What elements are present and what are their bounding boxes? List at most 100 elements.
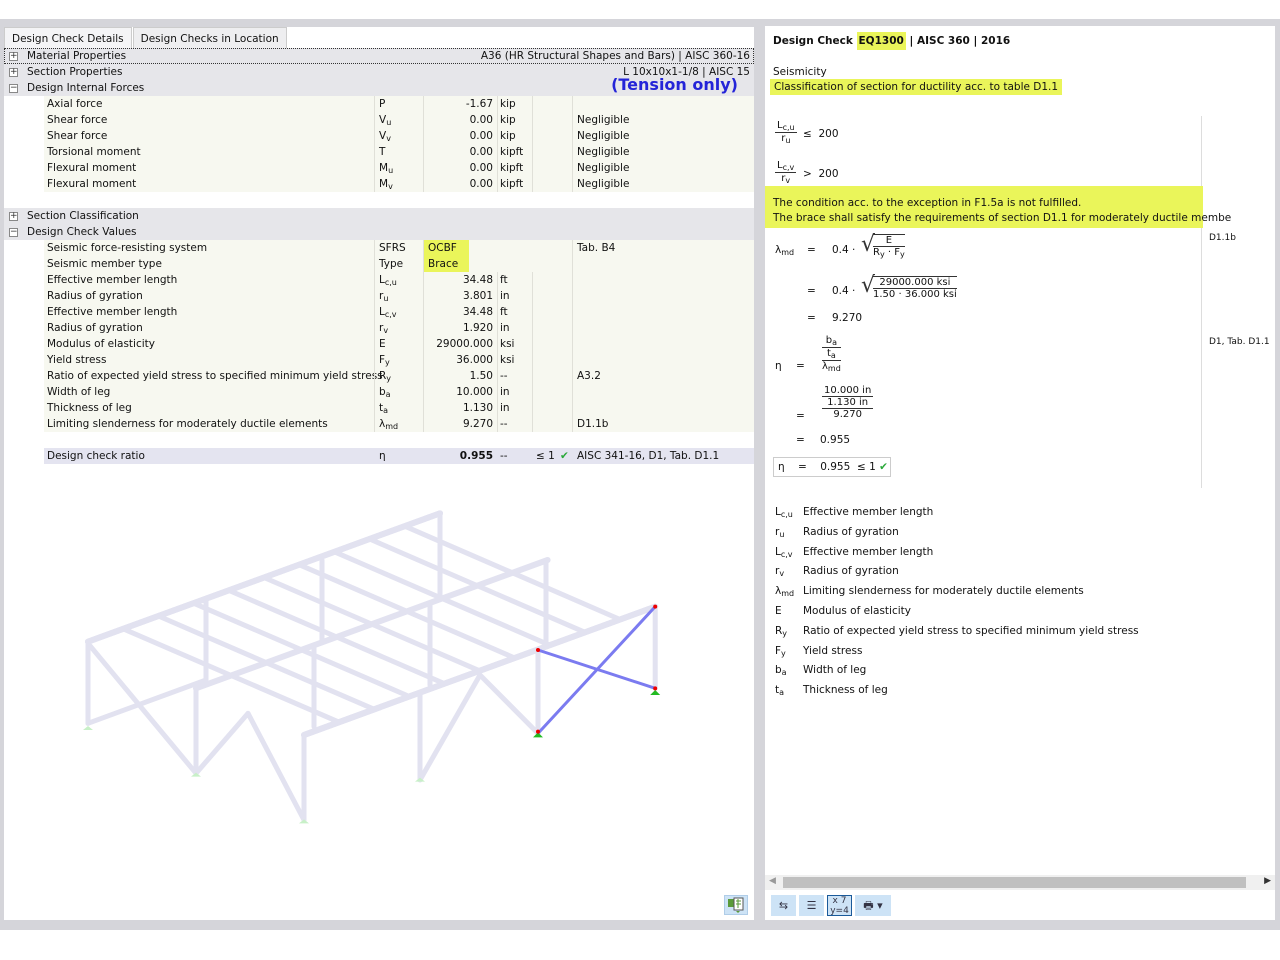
legend-symbol: rv [775, 565, 785, 579]
export-excel-button[interactable] [724, 895, 748, 915]
table-row[interactable]: Yield stress Fy 36.000 ksi [44, 352, 754, 368]
expand-icon[interactable]: + [9, 68, 18, 77]
column-member[interactable] [477, 672, 541, 736]
section-label: Design Check Values [27, 226, 137, 238]
section-section-classification[interactable]: + Section Classification [4, 208, 754, 224]
legend-description: Effective member length [803, 506, 934, 518]
table-row[interactable]: Flexural moment Mv 0.00 kipft Negligible [44, 176, 754, 192]
row-value: 0.955 [459, 450, 493, 462]
material-value: A36 (HR Structural Shapes and Bars) | AI… [480, 50, 750, 62]
table-row[interactable]: Thickness of leg ta 1.130 in [44, 400, 754, 416]
expand-icon[interactable]: + [9, 212, 18, 221]
eta-reference: D1, Tab. D1.1 [1209, 337, 1270, 347]
legend-symbol: Lc,v [775, 545, 793, 559]
section-label: Material Properties [27, 50, 127, 62]
row-name: Flexural moment [47, 162, 137, 174]
tab-design-checks-in-location[interactable]: Design Checks in Location [132, 27, 287, 48]
table-row[interactable]: Shear force Vu 0.00 kip Negligible [44, 112, 754, 128]
row-reference: Negligible [577, 146, 630, 158]
table-row[interactable]: Limiting slenderness for moderately duct… [44, 416, 754, 432]
column-member[interactable] [193, 710, 251, 776]
check-mark-icon: ✔ [879, 461, 888, 473]
table-row[interactable]: Radius of gyration ru 3.801 in [44, 288, 754, 304]
edge-beam[interactable] [85, 510, 443, 645]
girder-member[interactable] [193, 557, 551, 692]
column-member[interactable] [245, 710, 307, 823]
scroll-left-icon[interactable]: ◀ [769, 876, 776, 886]
row-reference: Negligible [577, 114, 630, 126]
result-box: η = 0.955 ≤ 1 ✔ [773, 457, 891, 477]
table-row[interactable]: Effective member length Lc,v 34.48 ft [44, 304, 754, 320]
row-name: Shear force [47, 114, 108, 126]
tab-bar: Design Check Details Design Checks in Lo… [4, 27, 288, 48]
condition-message: The condition acc. to the exception in F… [765, 186, 1231, 228]
section-design-internal-forces[interactable]: − Design Internal Forces (Tension only) [4, 77, 754, 96]
scrollbar-thumb[interactable] [783, 877, 1246, 888]
row-reference: D1.1b [577, 418, 609, 430]
table-row[interactable]: Axial force P -1.67 kip [44, 96, 754, 112]
legend-description: Modulus of elasticity [803, 605, 911, 617]
row-name: Ratio of expected yield stress to specif… [47, 370, 383, 382]
row-name: Torsional moment [47, 146, 141, 158]
condition-2-limit: 200 [818, 168, 839, 180]
node-icon[interactable] [653, 604, 658, 609]
node-icon[interactable] [536, 729, 540, 734]
lambda-reference: D1.1b [1209, 233, 1236, 243]
legend-description: Limiting slenderness for moderately duct… [803, 585, 1084, 598]
section-material-properties[interactable]: + Material Properties A36 (HR Structural… [4, 48, 754, 64]
row-name: Width of leg [47, 386, 111, 398]
row-value: 1.50 [469, 370, 493, 382]
design-check-report-panel: Design Check EQ1300 | AISC 360 | 2016 Se… [765, 26, 1275, 920]
table-row[interactable]: Flexural moment Mu 0.00 kipft Negligible [44, 160, 754, 176]
table-row[interactable]: Shear force Vv 0.00 kip Negligible [44, 128, 754, 144]
collapse-icon[interactable]: − [9, 228, 18, 237]
3d-structure-model-view[interactable] [24, 467, 754, 877]
node-icon[interactable] [536, 648, 540, 652]
row-unit: -- [500, 370, 508, 382]
table-row[interactable]: Seismic force-resisting system SFRS OCBF Ta… [44, 240, 754, 256]
tab-design-check-details[interactable]: Design Check Details [4, 27, 132, 48]
design-check-details-panel: Design Check Details Design Checks in Lo… [4, 27, 754, 920]
collapse-icon[interactable]: − [9, 84, 18, 93]
row-name: Axial force [47, 98, 103, 110]
row-name: Effective member length [47, 274, 178, 286]
legend-description: Yield stress [803, 644, 863, 657]
row-name: Seismic force-resisting system [47, 242, 208, 254]
row-value: 34.48 [462, 274, 493, 286]
section-label: Section Properties [27, 66, 123, 78]
row-unit: in [500, 386, 510, 398]
check-code: EQ1300 [856, 32, 906, 50]
row-value: 0.00 [469, 114, 493, 126]
condition-2-fraction: Lc,v rv [775, 160, 797, 185]
table-row[interactable]: Modulus of elasticity E 29000.000 ksi [44, 336, 754, 352]
section-design-check-values[interactable]: − Design Check Values [4, 224, 754, 240]
table-row[interactable]: Radius of gyration rv 1.920 in [44, 320, 754, 336]
node-icon[interactable] [653, 686, 658, 691]
scroll-right-icon[interactable]: ▶ [1264, 876, 1271, 886]
formula-button[interactable]: x 7 y=4 [827, 895, 852, 916]
table-row[interactable]: Torsional moment T 0.00 kipft Negligible [44, 144, 754, 160]
design-check-ratio-row[interactable]: Design check ratio η 0.955 -- ≤ 1 ✔ AISC… [44, 448, 754, 464]
legend-description: Width of leg [803, 664, 867, 677]
support-icon [299, 819, 309, 824]
horizontal-scrollbar[interactable]: ◀ ▶ [765, 875, 1275, 890]
expand-icon[interactable]: + [9, 52, 18, 61]
table-row[interactable]: Effective member length Lc,u 34.48 ft [44, 272, 754, 288]
row-name: Thickness of leg [47, 402, 132, 414]
row-reference: A3.2 [577, 370, 601, 382]
table-row[interactable]: Ratio of expected yield stress to specif… [44, 368, 754, 384]
table-row[interactable]: Seismic member type Type Brace [44, 256, 754, 272]
row-value: 10.000 [456, 386, 493, 398]
row-reference: AISC 341-16, D1, Tab. D1.1 [577, 450, 720, 462]
display-settings-button[interactable]: ⇆ [771, 895, 796, 916]
report-subtitle: Classification of section for ductility … [770, 79, 1063, 95]
column-member[interactable] [85, 640, 199, 776]
legend-symbol: ta [775, 684, 785, 698]
row-name: Radius of gyration [47, 290, 143, 302]
print-button[interactable]: 🖶 ▾ [855, 895, 891, 916]
row-value: 9.270 [462, 418, 493, 430]
legend-description: Radius of gyration [803, 565, 899, 578]
numbering-button[interactable]: ☰ [799, 895, 824, 916]
row-name: Seismic member type [47, 258, 162, 270]
table-row[interactable]: Width of leg ba 10.000 in [44, 384, 754, 400]
